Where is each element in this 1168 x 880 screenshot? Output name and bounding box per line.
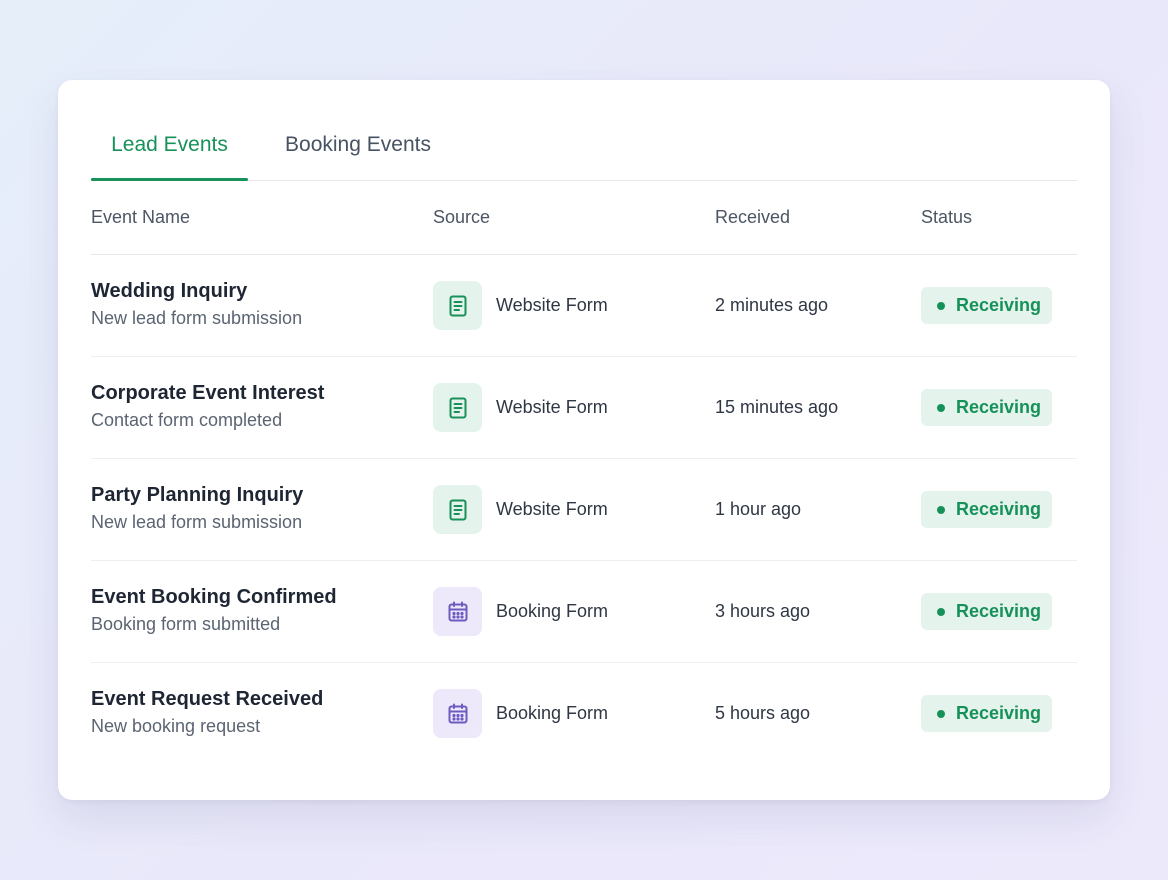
tab-lead-events[interactable]: Lead Events (91, 110, 248, 181)
event-subtitle: New lead form submission (91, 512, 303, 532)
column-header-status[interactable]: Status (921, 207, 972, 228)
table-body: Wedding Inquiry New lead form submission… (91, 255, 1077, 765)
column-header-source[interactable]: Source (433, 207, 490, 228)
status-dot (937, 607, 945, 616)
document-icon (449, 295, 466, 316)
source-icon-badge (433, 587, 482, 636)
event-subtitle: Booking form submitted (91, 614, 281, 634)
received-time: 2 minutes ago (715, 295, 829, 315)
status-badge: Receiving (921, 695, 1052, 732)
received-time: 3 hours ago (715, 601, 811, 621)
status-badge: Receiving (921, 593, 1052, 630)
document-icon (449, 499, 466, 520)
source-icon-badge (433, 281, 482, 330)
source-label: Website Form (496, 295, 608, 315)
column-header-event-name[interactable]: Event Name (91, 207, 190, 228)
received-time: 5 hours ago (715, 703, 811, 723)
source-label: Website Form (496, 499, 608, 519)
status-badge: Receiving (921, 389, 1052, 426)
table-row[interactable]: Wedding Inquiry New lead form submission… (91, 255, 1077, 357)
source-icon-badge (433, 383, 482, 432)
source-label: Booking Form (496, 703, 609, 723)
status-dot (937, 403, 945, 412)
table-row[interactable]: Party Planning Inquiry New lead form sub… (91, 459, 1077, 561)
event-title: Event Booking Confirmed (91, 586, 337, 608)
status-label: Receiving (956, 295, 1042, 315)
tab-booking-events[interactable]: Booking Events (248, 110, 468, 180)
status-badge: Receiving (921, 491, 1052, 528)
event-title: Event Request Received (91, 688, 324, 710)
event-title: Wedding Inquiry (91, 280, 248, 302)
calendar-icon (448, 703, 467, 723)
document-icon (449, 397, 466, 418)
calendar-icon (448, 601, 467, 621)
source-label: Website Form (496, 397, 608, 417)
event-subtitle: Contact form completed (91, 410, 283, 430)
status-label: Receiving (956, 499, 1042, 519)
status-badge: Receiving (921, 287, 1052, 324)
event-tabs: Lead Events Booking Events (91, 110, 1077, 181)
source-label: Booking Form (496, 601, 609, 621)
source-icon-badge (433, 485, 482, 534)
table-row[interactable]: Event Booking Confirmed Booking form sub… (91, 561, 1077, 663)
event-subtitle: New booking request (91, 716, 261, 736)
table-row[interactable]: Event Request Received New booking reque… (91, 663, 1077, 765)
table-header: Event Name Source Received Status (91, 181, 1077, 255)
received-time: 1 hour ago (715, 499, 802, 519)
event-subtitle: New lead form submission (91, 308, 303, 328)
status-dot (937, 301, 945, 310)
received-time: 15 minutes ago (715, 397, 839, 417)
status-dot (937, 709, 945, 718)
status-label: Receiving (956, 703, 1042, 723)
status-dot (937, 505, 945, 514)
status-label: Receiving (956, 601, 1042, 621)
event-title: Party Planning Inquiry (91, 484, 304, 506)
status-label: Receiving (956, 397, 1042, 417)
events-table: Event Name Source Received Status Weddin… (91, 181, 1077, 765)
events-card: Lead Events Booking Events Event Name So… (58, 80, 1110, 800)
event-title: Corporate Event Interest (91, 382, 325, 404)
table-row[interactable]: Corporate Event Interest Contact form co… (91, 357, 1077, 459)
source-icon-badge (433, 689, 482, 738)
column-header-received[interactable]: Received (715, 207, 790, 228)
